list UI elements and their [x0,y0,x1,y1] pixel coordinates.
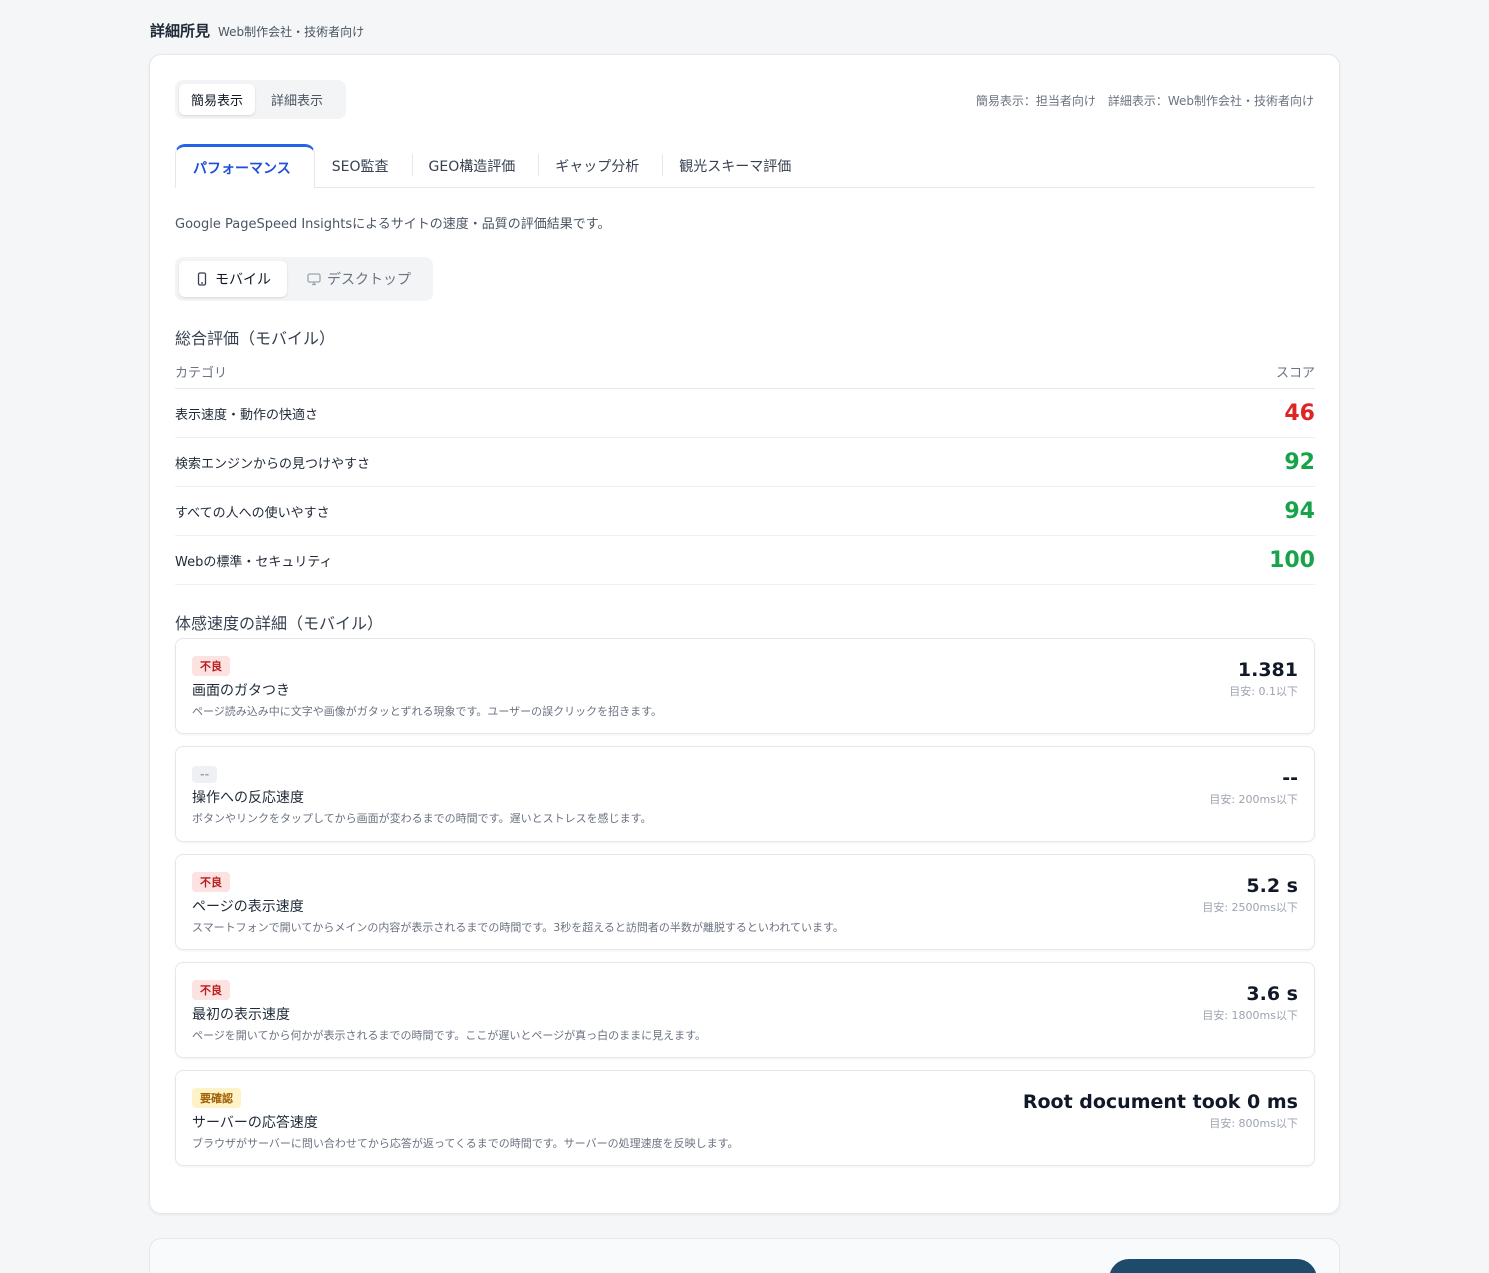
metric-value: 5.2 s [1246,875,1298,897]
desktop-button[interactable]: デスクトップ [291,261,427,297]
metric-description: ページ読み込み中に文字や画像がガタッとずれる現象です。ユーザーの誤クリックを招き… [192,705,663,718]
tab-seo-audit[interactable]: SEO監査 [315,144,412,187]
metric-card-ttfb: 要確認 サーバーの応答速度 ブラウザがサーバーに問い合わせてから応答が返ってくる… [175,1070,1315,1166]
category-column-header: カテゴリ [175,366,228,381]
metric-card-inp: -- 操作への反応速度 ボタンやリンクをタップしてから画面が変わるまでの時間です… [175,746,1315,842]
metric-description: ボタンやリンクをタップしてから画面が変わるまでの時間です。遅いとストレスを感じま… [192,812,652,825]
mobile-label: モバイル [215,272,271,288]
metric-target: 目安: 200ms以下 [1209,793,1298,806]
score-label: 表示速度・動作の快適さ [175,407,319,423]
detail-view-button[interactable]: 詳細表示 [259,84,335,115]
metric-description: スマートフォンで開いてからメインの内容が表示されるまでの時間です。3秒を超えると… [192,921,844,934]
metric-name: 最初の表示速度 [192,1007,290,1023]
metric-target: 目安: 2500ms以下 [1202,901,1298,914]
status-badge: -- [192,766,218,783]
metric-card-lcp: 不良 ページの表示速度 スマートフォンで開いてからメインの内容が表示されるまでの… [175,854,1315,950]
metric-value: -- [1282,767,1298,789]
score-value: 94 [1284,498,1315,524]
score-value: 100 [1269,547,1315,573]
desktop-label: デスクトップ [327,272,411,288]
detail-title: 体感速度の詳細（モバイル） [175,614,384,633]
status-badge: 不良 [192,872,230,892]
score-label: 検索エンジンからの見つけやすさ [175,456,371,472]
next-section-button[interactable] [1109,1259,1317,1273]
table-row: Webの標準・セキュリティ 100 [175,536,1315,585]
score-value: 46 [1284,400,1315,426]
tab-performance[interactable]: パフォーマンス [175,144,315,188]
tab-description: Google PageSpeed Insightsによるサイトの速度・品質の評価… [175,217,611,232]
monitor-icon [307,273,321,286]
score-label: すべての人への使いやすさ [175,505,330,521]
metric-list: 不良 画面のガタつき ページ読み込み中に文字や画像がガタッとずれる現象です。ユー… [175,638,1315,1178]
metric-card-fcp: 不良 最初の表示速度 ページを開いてから何かが表示されるまでの時間です。ここが遅… [175,962,1315,1058]
metric-value: 3.6 s [1246,983,1298,1005]
metric-name: ページの表示速度 [192,899,304,915]
device-toggle: モバイル デスクトップ [175,257,433,301]
table-row: 検索エンジンからの見つけやすさ 92 [175,438,1315,487]
metric-description: ページを開いてから何かが表示されるまでの時間です。ここが遅いとページが真っ白のま… [192,1029,707,1042]
report-tabs: パフォーマンス SEO監査 GEO構造評価 ギャップ分析 観光スキーマ評価 [175,144,1315,188]
section-header: 詳細所見 Web制作会社・技術者向け [150,20,364,41]
metric-target: 目安: 1800ms以下 [1202,1009,1298,1022]
metric-value: 1.381 [1237,659,1298,681]
score-column-header: スコア [1275,366,1315,381]
metric-value: Root document took 0 ms [1022,1091,1298,1113]
status-badge: 不良 [192,656,230,676]
view-mode-toggle: 簡易表示 詳細表示 [175,80,346,119]
mobile-button[interactable]: モバイル [179,261,287,297]
metric-target: 目安: 800ms以下 [1209,1117,1298,1130]
section-subtitle: Web制作会社・技術者向け [218,25,365,39]
tab-geo-structure[interactable]: GEO構造評価 [411,144,539,187]
metric-name: 操作への反応速度 [192,790,304,806]
metric-target: 目安: 0.1以下 [1229,685,1298,698]
metric-name: 画面のガタつき [192,683,290,699]
status-badge: 不良 [192,980,230,1000]
next-section-card [149,1238,1340,1273]
score-table-header: カテゴリ スコア [175,355,1315,389]
status-badge: 要確認 [192,1088,241,1108]
score-table: カテゴリ スコア 表示速度・動作の快適さ 46 検索エンジンからの見つけやすさ … [175,355,1315,585]
simple-view-button[interactable]: 簡易表示 [179,84,256,115]
view-mode-hint: 簡易表示：担当者向け 詳細表示：Web制作会社・技術者向け [975,94,1314,108]
section-title: 詳細所見 [150,22,211,40]
findings-card: 簡易表示 詳細表示 簡易表示：担当者向け 詳細表示：Web制作会社・技術者向け … [149,54,1340,1214]
table-row: 表示速度・動作の快適さ 46 [175,389,1315,438]
smartphone-icon [197,272,207,286]
tab-gap-analysis[interactable]: ギャップ分析 [538,144,662,187]
table-row: すべての人への使いやすさ 94 [175,487,1315,536]
metric-card-cls: 不良 画面のガタつき ページ読み込み中に文字や画像がガタッとずれる現象です。ユー… [175,638,1315,734]
metric-description: ブラウザがサーバーに問い合わせてから応答が返ってくるまでの時間です。サーバーの処… [192,1137,739,1150]
score-value: 92 [1284,449,1315,475]
overall-title: 総合評価（モバイル） [175,329,336,348]
score-label: Webの標準・セキュリティ [175,554,333,570]
tab-tourism-schema[interactable]: 観光スキーマ評価 [662,144,814,187]
